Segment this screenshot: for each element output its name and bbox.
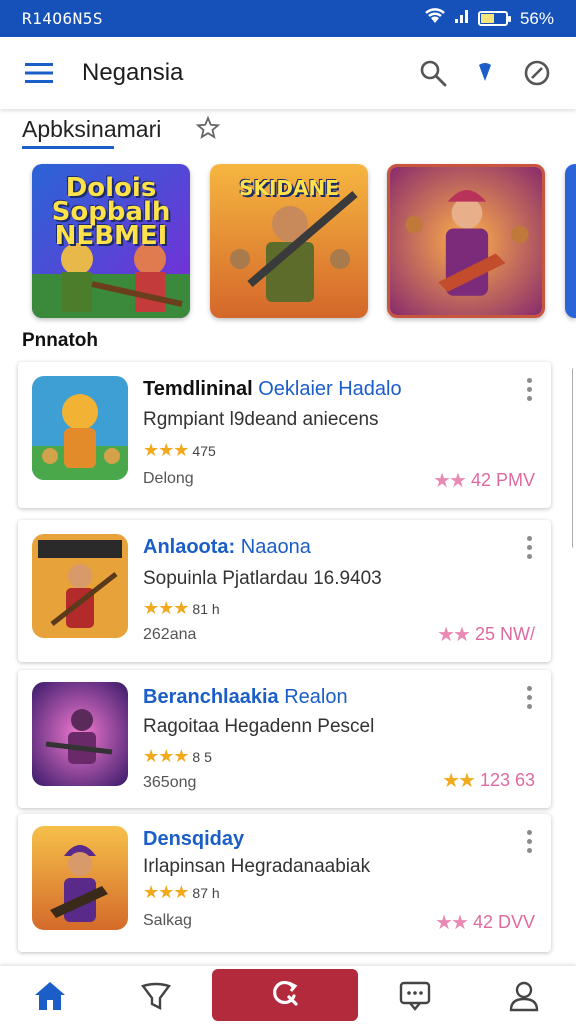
- app-thumbnail: [32, 826, 128, 930]
- featured-card-3[interactable]: [387, 164, 545, 318]
- app-thumbnail: [32, 534, 128, 638]
- section-underline: [22, 146, 114, 149]
- rating-text: 81 h: [192, 600, 220, 617]
- featured-card-2-text: SKIDANE: [239, 176, 339, 200]
- app-name: Densqiday: [143, 828, 245, 850]
- app-description: Ragoitaa Hegadenn Pescel: [143, 716, 375, 737]
- status-bar: R14O6N5S 56%: [0, 0, 576, 37]
- app-name: Beranchlaakia Realon: [143, 686, 348, 708]
- rating-stars: ★★★: [143, 440, 189, 460]
- app-price: ★★ 42 PMV: [433, 470, 535, 492]
- list-item[interactable]: Temdlininal Oeklaier Hadalo Rgmpiant l9d…: [18, 362, 551, 508]
- star-icon[interactable]: [195, 115, 221, 145]
- battery-percent: 56%: [519, 8, 554, 28]
- signal-icon: [454, 8, 470, 29]
- rating-text: 8 5: [192, 748, 212, 765]
- app-rating: ★★★ 475: [143, 440, 216, 461]
- more-options-icon[interactable]: [527, 536, 533, 560]
- app-rating: ★★★ 81 h: [143, 598, 220, 619]
- featured-carousel[interactable]: Dolois Sopbalh NEBMEI SKIDANE: [0, 164, 576, 320]
- app-price: ★★ 123 63: [442, 770, 535, 792]
- app-description: Irlapinsan Hegradanaabiak: [143, 856, 371, 877]
- pin-icon[interactable]: [468, 56, 502, 90]
- featured-card-2[interactable]: SKIDANE: [210, 164, 368, 318]
- refresh-search-icon: [268, 976, 302, 1015]
- block-icon[interactable]: [520, 56, 554, 90]
- scrollbar[interactable]: [572, 368, 576, 548]
- wifi-icon: [424, 8, 446, 29]
- app-description: Sopuinla Pjatlardau 16.9403: [143, 568, 382, 589]
- rating-text: 475: [192, 442, 216, 459]
- filter-icon[interactable]: [136, 976, 176, 1016]
- app-bar: Negansia: [0, 37, 576, 109]
- carrier-label: R14O6N5S: [22, 9, 104, 28]
- app-title: Negansia: [82, 59, 184, 86]
- list-section-title: Pnnatoh: [22, 330, 98, 351]
- rating-stars: ★★★: [143, 598, 189, 618]
- app-meta: 365ong: [143, 774, 197, 791]
- featured-card-4-peek[interactable]: [565, 164, 576, 318]
- app-description: Rgmpiant l9deand aniecens: [143, 409, 379, 430]
- app-thumbnail: [32, 682, 128, 786]
- app-meta: Salkag: [143, 912, 192, 929]
- more-options-icon[interactable]: [527, 830, 533, 854]
- rating-stars: ★★★: [143, 746, 189, 766]
- refresh-search-button[interactable]: [212, 969, 358, 1021]
- app-price: ★★ 25 NW/: [437, 624, 535, 646]
- menu-icon[interactable]: [22, 56, 56, 90]
- list-item[interactable]: Anlaoota: Naaona Sopuinla Pjatlardau 16.…: [18, 520, 551, 662]
- app-meta: Delong: [143, 470, 194, 487]
- featured-card-1-text: Dolois Sopbalh NEBMEI: [51, 173, 171, 251]
- list-item[interactable]: Densqiday Irlapinsan Hegradanaabiak ★★★ 8…: [18, 814, 551, 952]
- featured-card-1[interactable]: Dolois Sopbalh NEBMEI: [32, 164, 190, 318]
- featured-section-title: Apbksinamari: [22, 116, 162, 142]
- more-options-icon[interactable]: [527, 686, 533, 710]
- rating-text: 87 h: [192, 884, 220, 901]
- rating-stars: ★★★: [143, 882, 189, 902]
- app-name: Temdlininal Oeklaier Hadalo: [143, 378, 402, 400]
- battery-icon: [477, 11, 511, 26]
- search-icon[interactable]: [416, 56, 450, 90]
- profile-icon[interactable]: [504, 976, 544, 1016]
- home-icon[interactable]: [30, 976, 70, 1016]
- app-name: Anlaoota: Naaona: [143, 536, 311, 558]
- app-meta: 262ana: [143, 626, 197, 643]
- bottom-navigation: [0, 966, 576, 1024]
- app-thumbnail: [32, 376, 128, 480]
- more-options-icon[interactable]: [527, 378, 533, 402]
- featured-card-3-art: [390, 167, 542, 315]
- chat-icon[interactable]: [395, 976, 435, 1016]
- app-rating: ★★★ 8 5: [143, 746, 212, 767]
- app-rating: ★★★ 87 h: [143, 882, 220, 903]
- app-price: ★★ 42 DVV: [435, 912, 535, 934]
- list-item[interactable]: Beranchlaakia Realon Ragoitaa Hegadenn P…: [18, 670, 551, 808]
